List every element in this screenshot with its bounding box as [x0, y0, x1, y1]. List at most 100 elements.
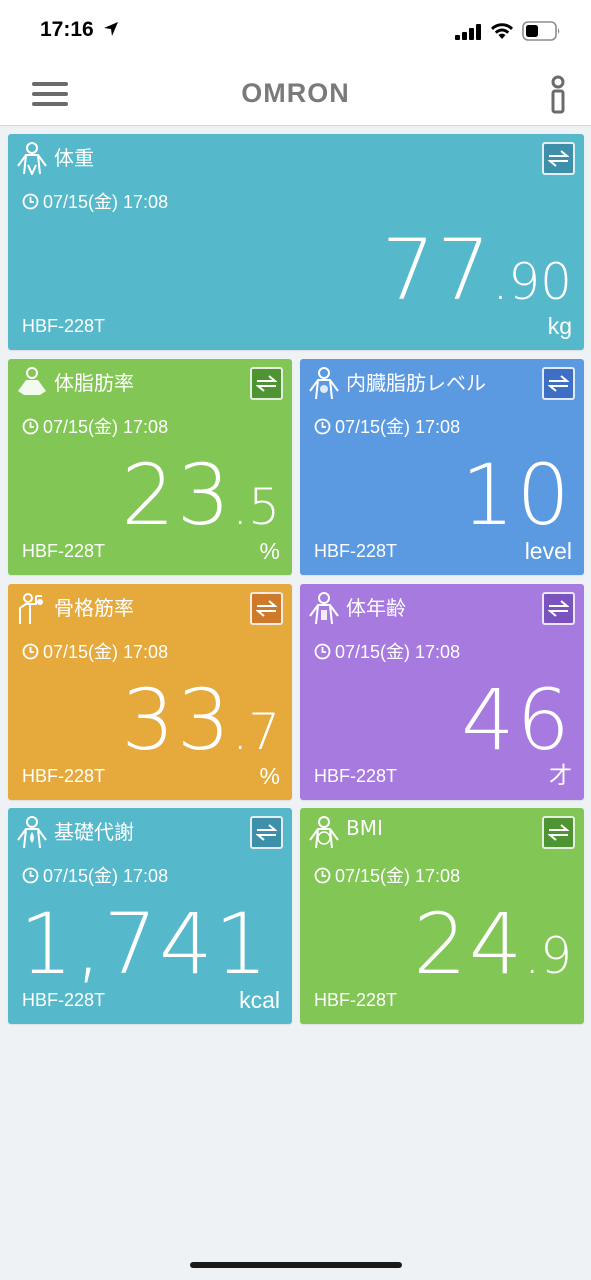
card-title: 体年齢: [346, 596, 406, 620]
clock-icon: [314, 867, 331, 884]
device-model: HBF-228T: [314, 990, 398, 1010]
swap-button[interactable]: [250, 367, 283, 400]
value-decimal: 5: [248, 478, 280, 536]
clock-icon: [22, 867, 39, 884]
measurement-value: 1,741: [20, 902, 270, 986]
status-bar: 17:16: [0, 0, 591, 64]
card-title: 骨格筋率: [54, 596, 134, 620]
swap-arrows-icon: [548, 600, 569, 617]
value-decimal: 7: [248, 703, 280, 761]
body-age-card[interactable]: 体年齢 07/15(金) 17:08 46 HBF-228T 才: [300, 584, 584, 800]
basal-metabolism-card[interactable]: 基礎代謝 07/15(金) 17:08 1,741 HBF-228T kcal: [8, 808, 292, 1024]
measurement-time: 07/15(金) 17:08: [22, 638, 168, 664]
body-figure-icon: [17, 142, 47, 175]
measurement-time: 07/15(金) 17:08: [22, 413, 168, 439]
value-decimal: 90: [508, 253, 572, 311]
clock-icon: [314, 643, 331, 660]
home-indicator[interactable]: [190, 1262, 402, 1268]
unit-label: %: [259, 538, 280, 564]
device-model: HBF-228T: [22, 316, 106, 336]
visceral-fat-figure-icon: [309, 367, 339, 400]
swap-button[interactable]: [250, 816, 283, 849]
unit-label: level: [524, 538, 572, 564]
clock-icon: [22, 193, 39, 210]
swap-arrows-icon: [548, 824, 569, 841]
value-integer: 33: [121, 671, 233, 769]
measurement-time-text: 07/15(金) 17:08: [335, 642, 461, 662]
swap-arrows-icon: [548, 375, 569, 392]
swap-button[interactable]: [250, 592, 283, 625]
measurement-time-text: 07/15(金) 17:08: [43, 642, 169, 662]
battery-icon: [522, 21, 560, 41]
weight-card[interactable]: 体重 07/15(金) 17:08 77.90 HBF-228T kg: [8, 134, 584, 350]
visceral-fat-card[interactable]: 内臓脂肪レベル 07/15(金) 17:08 10 HBF-228T level: [300, 359, 584, 575]
decimal-point: .: [492, 253, 509, 311]
measurement-time-text: 07/15(金) 17:08: [335, 417, 461, 437]
clock-icon: [22, 418, 39, 435]
info-icon[interactable]: [545, 72, 571, 118]
value-integer: 77: [381, 221, 493, 319]
unit-label: kcal: [239, 987, 280, 1013]
swap-button[interactable]: [542, 816, 575, 849]
location-arrow-icon: [104, 22, 118, 36]
device-model: HBF-228T: [314, 766, 398, 786]
card-title: BMI: [346, 816, 383, 840]
metabolism-figure-icon: [17, 816, 47, 849]
value-integer: 46: [461, 671, 572, 769]
unit-label: kg: [547, 313, 572, 339]
swap-arrows-icon: [256, 375, 277, 392]
clock-icon: [22, 643, 39, 660]
measurement-time-text: 07/15(金) 17:08: [43, 417, 169, 437]
measurement-time-text: 07/15(金) 17:08: [43, 192, 169, 212]
measurement-value: 23.5: [121, 453, 280, 537]
clock-icon: [314, 418, 331, 435]
card-title: 体脂肪率: [54, 371, 134, 395]
unit-label: 才: [549, 762, 572, 788]
unit-label: %: [259, 763, 280, 789]
card-title: 体重: [54, 146, 94, 170]
swap-arrows-icon: [256, 600, 277, 617]
value-integer: 23: [121, 446, 233, 544]
skeletal-muscle-card[interactable]: 骨格筋率 07/15(金) 17:08 33.7 HBF-228T %: [8, 584, 292, 800]
measurement-time-text: 07/15(金) 17:08: [43, 866, 169, 886]
measurement-value: 33.7: [121, 678, 280, 762]
swap-button[interactable]: [542, 142, 575, 175]
device-model: HBF-228T: [22, 990, 106, 1010]
decimal-point: .: [232, 478, 249, 536]
measurement-time: 07/15(金) 17:08: [314, 862, 460, 888]
swap-button[interactable]: [542, 367, 575, 400]
body-fat-card[interactable]: 体脂肪率 07/15(金) 17:08 23.5 HBF-228T %: [8, 359, 292, 575]
measurement-time-text: 07/15(金) 17:08: [335, 866, 461, 886]
cellular-signal-icon: [455, 24, 481, 40]
card-title: 基礎代謝: [54, 820, 134, 844]
decimal-point: .: [232, 703, 249, 761]
status-time: 17:16: [40, 18, 94, 41]
swap-arrows-icon: [548, 150, 569, 167]
navigation-bar: OMRON: [0, 64, 591, 126]
value-integer: 1,741: [19, 895, 270, 993]
device-model: HBF-228T: [314, 541, 398, 561]
value-integer: 24: [413, 895, 525, 993]
wifi-icon: [491, 23, 513, 39]
bmi-figure-icon: [309, 816, 339, 849]
omron-logo: OMRON: [241, 78, 350, 108]
measurement-time: 07/15(金) 17:08: [22, 862, 168, 888]
swap-arrows-icon: [256, 824, 277, 841]
bmi-card[interactable]: BMI 07/15(金) 17:08 24.9 HBF-228T: [300, 808, 584, 1024]
device-model: HBF-228T: [22, 766, 106, 786]
value-integer: 10: [461, 446, 572, 544]
decimal-point: .: [524, 927, 541, 985]
swap-button[interactable]: [542, 592, 575, 625]
value-decimal: 9: [540, 927, 572, 985]
muscle-figure-icon: [19, 593, 43, 624]
measurement-value: 77.90: [382, 228, 572, 312]
measurement-value: 10: [461, 453, 572, 537]
body-fat-figure-icon: [18, 367, 46, 395]
measurement-time: 07/15(金) 17:08: [314, 413, 460, 439]
measurement-time: 07/15(金) 17:08: [22, 188, 168, 214]
measurement-value: 24.9: [413, 902, 572, 986]
measurement-time: 07/15(金) 17:08: [314, 638, 460, 664]
measurement-value: 46: [461, 678, 572, 762]
device-model: HBF-228T: [22, 541, 106, 561]
body-age-figure-icon: [309, 592, 339, 625]
